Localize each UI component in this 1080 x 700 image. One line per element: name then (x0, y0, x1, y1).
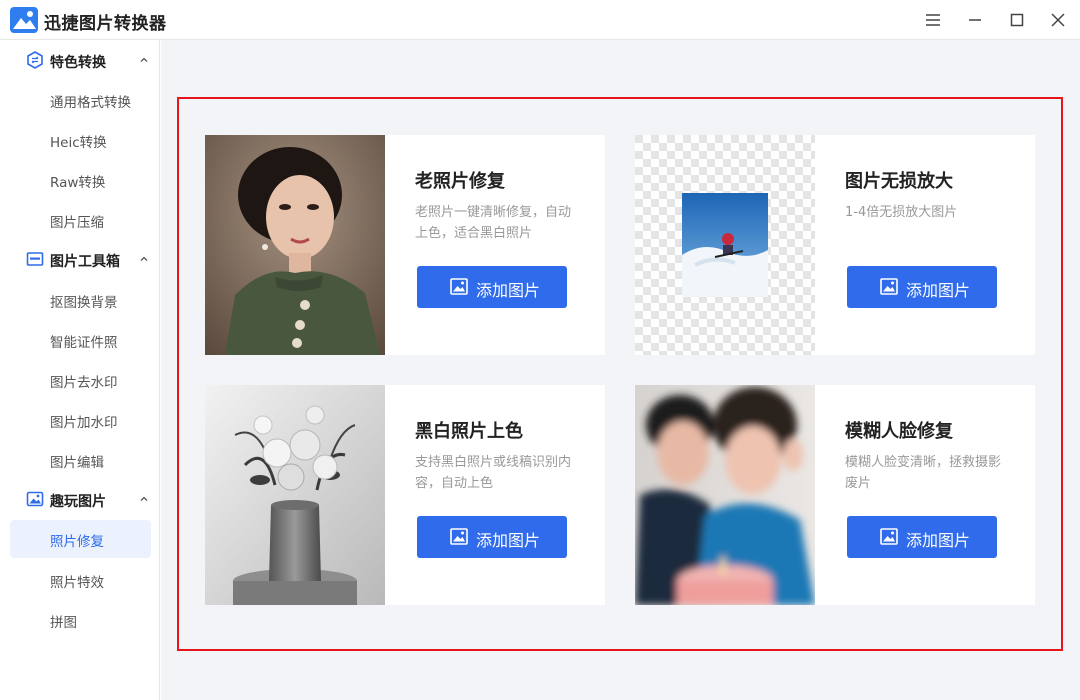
sidebar-item-label: 智能证件照 (50, 335, 118, 351)
sidebar-item-label: 通用格式转换 (50, 95, 131, 111)
chevron-up-icon (140, 496, 148, 501)
add-image-button[interactable]: 添加图片 (847, 516, 997, 558)
sidebar-item-label: 抠图换背景 (50, 295, 118, 311)
sidebar-item-label: 图片加水印 (50, 415, 118, 431)
menu-icon[interactable] (923, 10, 943, 30)
convert-icon (27, 51, 43, 69)
sidebar-item-raw[interactable]: Raw转换 (10, 161, 151, 199)
sidebar-group-label: 特色转换 (50, 55, 106, 71)
minimize-icon[interactable] (965, 10, 985, 30)
card-lossless-upscale: 图片无损放大 1-4倍无损放大图片 添加图片 (635, 135, 1035, 355)
card-old-photo-restore: 老照片修复 老照片一键清晰修复，自动上色，适合黑白照片 添加图片 (205, 135, 605, 355)
card-title: 图片无损放大 (845, 171, 953, 192)
main-content: 老照片修复 老照片一键清晰修复，自动上色，适合黑白照片 添加图片 图片无损放大 … (161, 40, 1080, 700)
image-icon (880, 278, 898, 295)
app-title: 迅捷图片转换器 (44, 14, 167, 34)
add-image-label: 添加图片 (906, 281, 971, 300)
sidebar-item-add-watermark[interactable]: 图片加水印 (10, 401, 151, 439)
sidebar-group-label: 图片工具箱 (50, 254, 120, 270)
card-description: 老照片一键清晰修复，自动上色，适合黑白照片 (415, 205, 572, 241)
sidebar-item-label: 照片特效 (50, 575, 104, 591)
image-icon (450, 278, 468, 295)
sidebar-item-label: Raw转换 (50, 175, 106, 191)
sidebar-item-photo-restore[interactable]: 照片修复 (10, 520, 151, 558)
toolbox-icon (26, 252, 44, 266)
app-logo-icon (10, 7, 38, 33)
maximize-icon[interactable] (1007, 10, 1027, 30)
add-image-label: 添加图片 (906, 531, 971, 550)
sidebar-group-fun[interactable]: 趣玩图片 (0, 479, 160, 519)
card-title: 老照片修复 (415, 171, 505, 192)
chevron-up-icon (140, 57, 148, 62)
sidebar-item-id-photo[interactable]: 智能证件照 (10, 321, 151, 359)
card-bw-colorize: 黑白照片上色 支持黑白照片或线稿识别内容，自动上色 添加图片 (205, 385, 605, 605)
chevron-up-icon (140, 256, 148, 261)
sidebar-group-featured[interactable]: 特色转换 (0, 40, 160, 80)
add-image-label: 添加图片 (476, 531, 541, 550)
card-title: 模糊人脸修复 (845, 421, 953, 442)
sidebar-group-toolbox[interactable]: 图片工具箱 (0, 239, 160, 279)
sidebar-item-remove-watermark[interactable]: 图片去水印 (10, 361, 151, 399)
add-image-button[interactable]: 添加图片 (417, 266, 567, 308)
sidebar-item-label: 图片去水印 (50, 375, 118, 391)
add-image-label: 添加图片 (476, 281, 541, 300)
add-image-button[interactable]: 添加图片 (417, 516, 567, 558)
sidebar-item-compress[interactable]: 图片压缩 (10, 201, 151, 239)
sidebar-item-format-convert[interactable]: 通用格式转换 (10, 81, 151, 119)
add-image-button[interactable]: 添加图片 (847, 266, 997, 308)
image-fun-icon (26, 491, 44, 507)
sidebar-item-label: 照片修复 (50, 534, 104, 550)
sidebar-item-heic[interactable]: Heic转换 (10, 121, 151, 159)
sidebar-group-label: 趣玩图片 (50, 494, 106, 510)
sidebar-item-label: 拼图 (50, 615, 77, 631)
sidebar-item-label: 图片压缩 (50, 215, 104, 231)
image-icon (880, 528, 898, 545)
close-icon[interactable] (1048, 10, 1068, 30)
card-description: 1-4倍无损放大图片 (845, 205, 958, 220)
bw-flowers-thumbnail (205, 385, 385, 605)
sidebar-item-label: 图片编辑 (50, 455, 104, 471)
sidebar-item-photo-effects[interactable]: 照片特效 (10, 561, 151, 599)
card-description: 模糊人脸变清晰，拯救摄影废片 (845, 455, 1002, 491)
sidebar: 特色转换 通用格式转换 Heic转换 Raw转换 图片压缩 图片工具箱 抠图换背… (0, 40, 160, 700)
sidebar-item-label: Heic转换 (50, 135, 107, 151)
card-title: 黑白照片上色 (415, 421, 523, 442)
blurry-faces-thumbnail (635, 385, 815, 605)
card-blurry-face-restore: 模糊人脸修复 模糊人脸变清晰，拯救摄影废片 添加图片 (635, 385, 1035, 605)
sidebar-item-edit[interactable]: 图片编辑 (10, 441, 151, 479)
upscale-ski-thumbnail (635, 135, 815, 355)
card-description: 支持黑白照片或线稿识别内容，自动上色 (415, 455, 572, 491)
title-bar: 迅捷图片转换器 (0, 0, 1080, 40)
sidebar-item-cutout[interactable]: 抠图换背景 (10, 281, 151, 319)
sidebar-item-collage[interactable]: 拼图 (10, 601, 151, 639)
image-icon (450, 528, 468, 545)
vintage-portrait-thumbnail (205, 135, 385, 355)
